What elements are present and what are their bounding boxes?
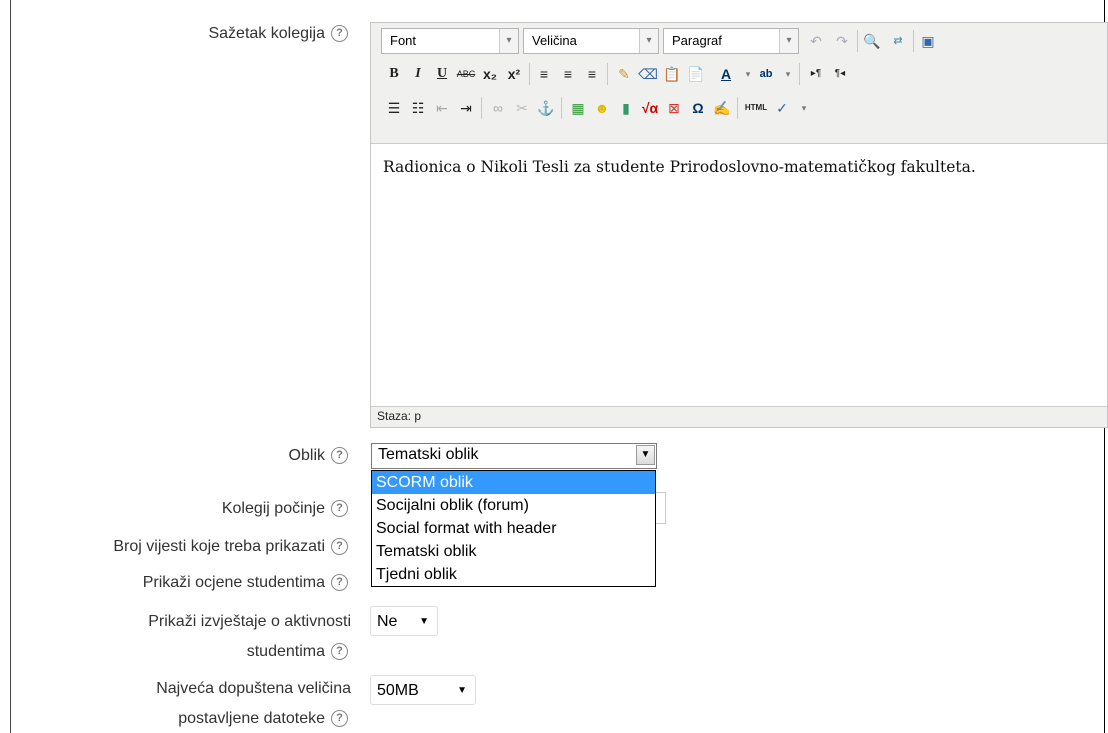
paragraph-select[interactable]: Paragraf ▾ [663, 28, 799, 54]
summary-label: Sažetak kolegija? [208, 22, 348, 46]
dropdown-option[interactable]: Tjedni oblik [372, 563, 655, 586]
nolink-icon[interactable]: ⊠ [663, 97, 685, 119]
strikethrough-icon[interactable]: ABC [455, 63, 477, 85]
help-icon[interactable]: ? [331, 538, 348, 556]
replace-icon[interactable]: ⇄ [887, 30, 909, 52]
format-label: Oblik? [289, 444, 348, 468]
redo-icon[interactable]: ↷ [831, 30, 853, 52]
activity-reports-select[interactable]: Ne ▼ [370, 606, 438, 636]
toolbar-row-3: ☰ ☷ ⇤ ⇥ ∞ ✂ ⚓ ▦ ☻ ▮ √α ⊠ Ω ✍ HTML ✓ ▾ [381, 95, 1101, 123]
toolbar-separator [857, 30, 858, 52]
equation-icon[interactable]: √α [639, 97, 661, 119]
chevron-down-icon[interactable]: ▾ [793, 97, 815, 119]
chevron-down-icon: ▾ [499, 29, 518, 53]
dropdown-option[interactable]: Socijalni oblik (forum) [372, 494, 655, 517]
chevron-down-icon: ▾ [779, 29, 798, 53]
bullet-list-icon[interactable]: ☰ [383, 97, 405, 119]
toolbar-row-1: Font ▾ Veličina ▾ Paragraf ▾ ↶ ↷ 🔍 ⇄ ▣ [381, 28, 1101, 56]
anchor-icon[interactable]: ⚓ [535, 97, 557, 119]
indent-icon[interactable]: ⇥ [455, 97, 477, 119]
format-select[interactable]: Tematski oblik ▼ [371, 443, 657, 469]
activity-reports-label-2: studentima? [247, 640, 348, 664]
help-icon[interactable]: ? [331, 447, 348, 465]
toolbar-row-2: B I U ABC x₂ x² ≡ ≡ ≡ ✎ ⌫ 📋 📄 A ▾ ab ▾ ▸… [381, 61, 1101, 89]
max-upload-label-2: postavljene datoteke? [178, 707, 348, 731]
help-icon[interactable]: ? [331, 574, 348, 592]
toolbar-separator [913, 30, 914, 52]
toolbar-separator [607, 63, 608, 85]
align-center-icon[interactable]: ≡ [557, 63, 579, 85]
eraser-icon[interactable]: ⌫ [637, 63, 659, 85]
toolbar-separator [481, 97, 482, 119]
help-icon[interactable]: ? [331, 643, 348, 661]
toolbar-separator [529, 63, 530, 85]
italic-icon[interactable]: I [407, 63, 429, 85]
chevron-down-icon[interactable]: ▾ [777, 63, 799, 85]
dropdown-option[interactable]: SCORM oblik [372, 471, 655, 494]
rtl-icon[interactable]: ¶◂ [829, 63, 851, 85]
find-icon[interactable]: 🔍 [861, 30, 883, 52]
left-border [10, 0, 11, 733]
edit-icon[interactable]: ✍ [711, 97, 733, 119]
underline-icon[interactable]: U [431, 63, 453, 85]
help-icon[interactable]: ? [331, 25, 348, 43]
editor-path: Staza: p [377, 409, 422, 423]
align-right-icon[interactable]: ≡ [581, 63, 603, 85]
link-icon[interactable]: ∞ [487, 97, 509, 119]
news-items-label: Broj vijesti koje treba prikazati? [113, 535, 348, 559]
toolbar-separator [737, 97, 738, 119]
subscript-icon[interactable]: x₂ [479, 63, 501, 85]
outdent-icon[interactable]: ⇤ [431, 97, 453, 119]
highlight-icon[interactable]: ab [755, 63, 777, 85]
activity-reports-label: Prikaži izvještaje o aktivnosti [148, 613, 351, 630]
superscript-icon[interactable]: x² [503, 63, 525, 85]
toolbar-separator [799, 63, 800, 85]
rich-text-editor: Font ▾ Veličina ▾ Paragraf ▾ ↶ ↷ 🔍 ⇄ ▣ B I … [370, 22, 1108, 428]
size-select[interactable]: Veličina ▾ [523, 28, 659, 54]
help-icon[interactable]: ? [331, 500, 348, 518]
chevron-down-icon: ▼ [419, 616, 429, 627]
html-icon[interactable]: HTML [743, 97, 769, 119]
dropdown-option[interactable]: Social format with header [372, 517, 655, 540]
font-select[interactable]: Font ▾ [381, 28, 519, 54]
paste-text-icon[interactable]: 📋 [661, 63, 683, 85]
undo-icon[interactable]: ↶ [805, 30, 827, 52]
text-color-icon[interactable]: A [715, 63, 737, 85]
max-upload-label: Najveća dopuštena veličina [156, 680, 351, 697]
format-dropdown-list: SCORM oblik Socijalni oblik (forum) Soci… [371, 470, 656, 587]
editor-content-text[interactable]: Radionica o Nikoli Tesli za studente Pri… [383, 158, 976, 176]
start-date-label: Kolegij počinje? [222, 497, 348, 521]
bold-icon[interactable]: B [383, 63, 405, 85]
fullscreen-icon[interactable]: ▣ [917, 30, 939, 52]
show-grades-label: Prikaži ocjene studentima? [143, 571, 348, 595]
chevron-down-icon: ▼ [457, 685, 467, 696]
special-char-icon[interactable]: Ω [687, 97, 709, 119]
media-icon[interactable]: ▮ [615, 97, 637, 119]
ltr-icon[interactable]: ▸¶ [805, 63, 827, 85]
align-left-icon[interactable]: ≡ [533, 63, 555, 85]
paste-word-icon[interactable]: 📄 [685, 63, 707, 85]
image-icon[interactable]: ▦ [567, 97, 589, 119]
editor-content-area[interactable]: Radionica o Nikoli Tesli za studente Pri… [371, 143, 1107, 407]
help-icon[interactable]: ? [331, 710, 348, 728]
cleanup-icon[interactable]: ✎ [613, 63, 635, 85]
spellcheck-icon[interactable]: ✓ [771, 97, 793, 119]
unlink-icon[interactable]: ✂ [511, 97, 533, 119]
chevron-down-icon[interactable]: ▼ [636, 445, 655, 465]
emoticon-icon[interactable]: ☻ [591, 97, 613, 119]
dropdown-option[interactable]: Tematski oblik [372, 540, 655, 563]
numbered-list-icon[interactable]: ☷ [407, 97, 429, 119]
max-upload-select[interactable]: 50MB ▼ [370, 675, 476, 705]
toolbar-separator [561, 97, 562, 119]
chevron-down-icon: ▾ [639, 29, 658, 53]
